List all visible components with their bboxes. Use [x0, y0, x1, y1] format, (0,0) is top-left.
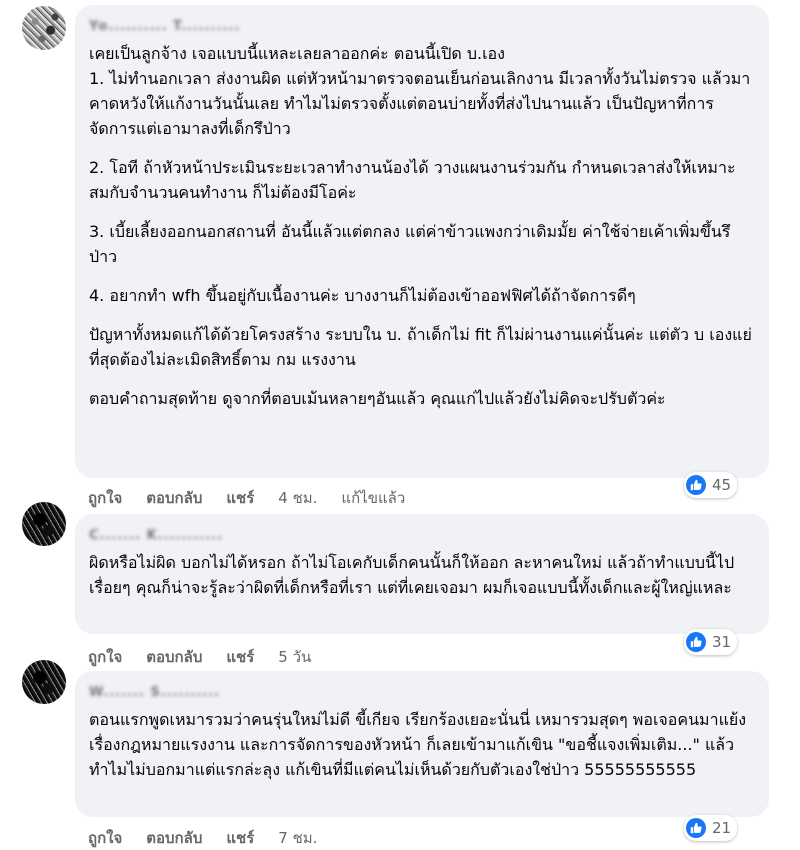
- reaction-count: 31: [712, 633, 732, 651]
- comment-actions: ถูกใจ ตอบกลับ แชร์ 5 วัน: [88, 645, 335, 669]
- comment-author[interactable]: C....... K...........: [89, 524, 755, 544]
- like-icon: [686, 632, 706, 652]
- comment-bubble: W....... S.......... ตอนแรกพูดเหมารวมว่า…: [75, 671, 769, 817]
- comment-actions: ถูกใจ ตอบกลับ แชร์ 4 ชม. แก้ไขแล้ว: [88, 486, 429, 510]
- share-button[interactable]: แชร์: [226, 645, 254, 669]
- comment-text: 4. อยากทำ wfh ขึ้นอยู่กับเนื้องานค่ะ บาง…: [89, 286, 636, 305]
- avatar[interactable]: [22, 6, 66, 50]
- reaction-summary[interactable]: 21: [684, 815, 738, 841]
- reaction-count: 45: [712, 476, 732, 494]
- comment-actions: ถูกใจ ตอบกลับ แชร์ 7 ชม.: [88, 826, 341, 850]
- comment-text: ตอบคำถามสุดท้าย ดูจากที่ตอบเม้นหลายๆอันแ…: [89, 389, 666, 408]
- reaction-count: 21: [712, 819, 732, 837]
- like-button[interactable]: ถูกใจ: [88, 826, 122, 850]
- share-button[interactable]: แชร์: [226, 486, 254, 510]
- edited-label[interactable]: แก้ไขแล้ว: [341, 486, 405, 510]
- comment-bubble: C....... K........... ผิดหรือไม่ผิด บอกไ…: [75, 514, 769, 634]
- timestamp[interactable]: 7 ชม.: [278, 826, 317, 850]
- comment-author[interactable]: W....... S..........: [89, 681, 755, 701]
- comment-bubble: Yo.......... T.......... เคยเป็นลูกจ้าง …: [75, 5, 769, 478]
- like-icon: [686, 475, 706, 495]
- timestamp[interactable]: 5 วัน: [278, 645, 311, 669]
- comment-text: ตอนแรกพูดเหมารวมว่าคนรุ่นใหม่ไม่ดี ขี้เก…: [89, 710, 747, 779]
- timestamp[interactable]: 4 ชม.: [278, 486, 317, 510]
- comment-text: 1. ไม่ทำนอกเวลา ส่งงานผิด แต่หัวหน้ามาตร…: [89, 69, 751, 138]
- reaction-summary[interactable]: 31: [684, 629, 738, 655]
- like-button[interactable]: ถูกใจ: [88, 645, 122, 669]
- reply-button[interactable]: ตอบกลับ: [146, 645, 202, 669]
- reply-button[interactable]: ตอบกลับ: [146, 826, 202, 850]
- avatar[interactable]: [22, 660, 66, 704]
- reply-button[interactable]: ตอบกลับ: [146, 486, 202, 510]
- avatar[interactable]: [22, 502, 66, 546]
- comment-author[interactable]: Yo.......... T..........: [89, 15, 755, 35]
- comment-text: 2. โอที ถ้าหัวหน้าประเมินระยะเวลาทำงานน้…: [89, 158, 736, 202]
- comment-text: ผิดหรือไม่ผิด บอกไม่ได้หรอก ถ้าไม่โอเคกั…: [89, 553, 735, 597]
- reaction-summary[interactable]: 45: [684, 472, 738, 498]
- like-button[interactable]: ถูกใจ: [88, 486, 122, 510]
- comment-text: เคยเป็นลูกจ้าง เจอแบบนี้แหละเลยลาออกค่ะ …: [89, 44, 505, 63]
- comment-text: 3. เบี้ยเลี้ยงออกนอกสถานที่ อันนี้แล้วแต…: [89, 222, 731, 266]
- share-button[interactable]: แชร์: [226, 826, 254, 850]
- like-icon: [686, 818, 706, 838]
- comment-text: ปัญหาทั้งหมดแก้ได้ด้วยโครงสร้าง ระบบใน บ…: [89, 325, 752, 369]
